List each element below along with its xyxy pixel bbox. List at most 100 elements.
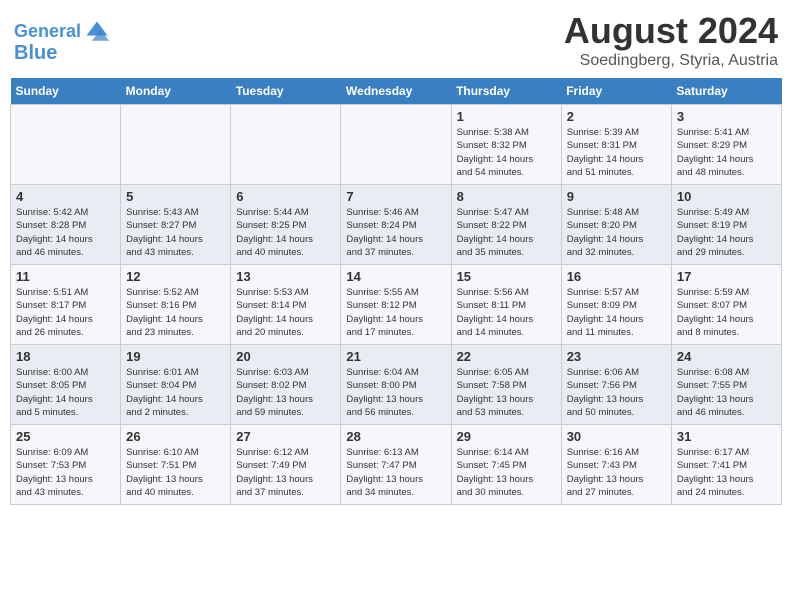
day-number: 14 [346, 269, 445, 284]
weekday-header-monday: Monday [121, 78, 231, 105]
day-number: 2 [567, 109, 666, 124]
calendar-day-cell: 17 Sunrise: 5:59 AMSunset: 8:07 PMDayligh… [671, 265, 781, 345]
day-info: Sunrise: 5:53 AMSunset: 8:14 PMDaylight:… [236, 286, 335, 339]
day-number: 23 [567, 349, 666, 364]
calendar-day-cell: 16 Sunrise: 5:57 AMSunset: 8:09 PMDayligh… [561, 265, 671, 345]
calendar-week-row: 4Sunrise: 5:42 AMSunset: 8:28 PMDaylight… [11, 185, 782, 265]
day-info: Sunrise: 5:59 AMSunset: 8:07 PMDaylight:… [677, 286, 776, 339]
day-info: Sunrise: 6:12 AMSunset: 7:49 PMDaylight:… [236, 446, 335, 499]
day-info: Sunrise: 6:14 AMSunset: 7:45 PMDaylight:… [457, 446, 556, 499]
day-info: Sunrise: 6:10 AMSunset: 7:51 PMDaylight:… [126, 446, 225, 499]
calendar-day-cell: 30 Sunrise: 6:16 AMSunset: 7:43 PMDayligh… [561, 425, 671, 505]
calendar-day-cell: 12 Sunrise: 5:52 AMSunset: 8:16 PMDayligh… [121, 265, 231, 345]
day-info: Sunrise: 5:55 AMSunset: 8:12 PMDaylight:… [346, 286, 445, 339]
calendar-day-cell: 14 Sunrise: 5:55 AMSunset: 8:12 PMDayligh… [341, 265, 451, 345]
calendar-day-cell: 13 Sunrise: 5:53 AMSunset: 8:14 PMDayligh… [231, 265, 341, 345]
day-info: Sunrise: 5:51 AMSunset: 8:17 PMDaylight:… [16, 286, 115, 339]
day-number: 19 [126, 349, 225, 364]
logo-icon [83, 18, 111, 46]
calendar-day-cell: 1 Sunrise: 5:38 AMSunset: 8:32 PMDaylight… [451, 105, 561, 185]
calendar-day-cell: 15Sunrise: 5:56 AMSunset: 8:11 PMDayligh… [451, 265, 561, 345]
day-info: Sunrise: 6:08 AMSunset: 7:55 PMDaylight:… [677, 366, 776, 419]
day-info: Sunrise: 6:17 AMSunset: 7:41 PMDaylight:… [677, 446, 776, 499]
location-subtitle: Soedingberg, Styria, Austria [564, 52, 778, 70]
calendar-week-row: 1 Sunrise: 5:38 AMSunset: 8:32 PMDaylight… [11, 105, 782, 185]
logo-text: General [14, 22, 81, 42]
day-number: 18 [16, 349, 115, 364]
day-number: 30 [567, 429, 666, 444]
day-number: 26 [126, 429, 225, 444]
calendar-day-cell: 24 Sunrise: 6:08 AMSunset: 7:55 PMDayligh… [671, 345, 781, 425]
day-info: Sunrise: 6:03 AMSunset: 8:02 PMDaylight:… [236, 366, 335, 419]
day-number: 27 [236, 429, 335, 444]
day-info: Sunrise: 6:16 AMSunset: 7:43 PMDaylight:… [567, 446, 666, 499]
day-info: Sunrise: 5:38 AMSunset: 8:32 PMDaylight:… [457, 126, 556, 179]
weekday-header-wednesday: Wednesday [341, 78, 451, 105]
day-number: 6 [236, 189, 335, 204]
day-number: 25 [16, 429, 115, 444]
day-number: 31 [677, 429, 776, 444]
weekday-header-row: SundayMondayTuesdayWednesdayThursdayFrid… [11, 78, 782, 105]
calendar-day-cell: 28 Sunrise: 6:13 AMSunset: 7:47 PMDayligh… [341, 425, 451, 505]
calendar-day-cell: 11 Sunrise: 5:51 AMSunset: 8:17 PMDayligh… [11, 265, 121, 345]
day-number: 28 [346, 429, 445, 444]
day-info: Sunrise: 5:49 AMSunset: 8:19 PMDaylight:… [677, 206, 776, 259]
calendar-day-cell [231, 105, 341, 185]
title-block: August 2024 Soedingberg, Styria, Austria [564, 10, 778, 70]
calendar-day-cell [11, 105, 121, 185]
day-info: Sunrise: 5:43 AMSunset: 8:27 PMDaylight:… [126, 206, 225, 259]
calendar-day-cell [121, 105, 231, 185]
day-number: 24 [677, 349, 776, 364]
day-number: 1 [457, 109, 556, 124]
day-info: Sunrise: 5:41 AMSunset: 8:29 PMDaylight:… [677, 126, 776, 179]
day-info: Sunrise: 5:42 AMSunset: 8:28 PMDaylight:… [16, 206, 115, 259]
day-info: Sunrise: 5:52 AMSunset: 8:16 PMDaylight:… [126, 286, 225, 339]
day-info: Sunrise: 6:01 AMSunset: 8:04 PMDaylight:… [126, 366, 225, 419]
calendar-day-cell: 6Sunrise: 5:44 AMSunset: 8:25 PMDaylight… [231, 185, 341, 265]
page-header: General Blue August 2024 Soedingberg, St… [10, 10, 782, 70]
day-number: 7 [346, 189, 445, 204]
calendar-table: SundayMondayTuesdayWednesdayThursdayFrid… [10, 78, 782, 505]
day-number: 13 [236, 269, 335, 284]
day-info: Sunrise: 6:13 AMSunset: 7:47 PMDaylight:… [346, 446, 445, 499]
calendar-day-cell: 7 Sunrise: 5:46 AMSunset: 8:24 PMDaylight… [341, 185, 451, 265]
day-number: 12 [126, 269, 225, 284]
calendar-day-cell: 9Sunrise: 5:48 AMSunset: 8:20 PMDaylight… [561, 185, 671, 265]
day-info: Sunrise: 6:09 AMSunset: 7:53 PMDaylight:… [16, 446, 115, 499]
calendar-day-cell: 23 Sunrise: 6:06 AMSunset: 7:56 PMDayligh… [561, 345, 671, 425]
calendar-week-row: 18Sunrise: 6:00 AMSunset: 8:05 PMDayligh… [11, 345, 782, 425]
day-number: 11 [16, 269, 115, 284]
day-info: Sunrise: 5:48 AMSunset: 8:20 PMDaylight:… [567, 206, 666, 259]
day-number: 22 [457, 349, 556, 364]
day-info: Sunrise: 6:06 AMSunset: 7:56 PMDaylight:… [567, 366, 666, 419]
calendar-day-cell: 26 Sunrise: 6:10 AMSunset: 7:51 PMDayligh… [121, 425, 231, 505]
day-info: Sunrise: 5:46 AMSunset: 8:24 PMDaylight:… [346, 206, 445, 259]
calendar-day-cell: 31 Sunrise: 6:17 AMSunset: 7:41 PMDayligh… [671, 425, 781, 505]
calendar-day-cell: 18Sunrise: 6:00 AMSunset: 8:05 PMDayligh… [11, 345, 121, 425]
weekday-header-saturday: Saturday [671, 78, 781, 105]
day-number: 16 [567, 269, 666, 284]
day-number: 8 [457, 189, 556, 204]
calendar-day-cell: 19 Sunrise: 6:01 AMSunset: 8:04 PMDayligh… [121, 345, 231, 425]
calendar-day-cell: 4Sunrise: 5:42 AMSunset: 8:28 PMDaylight… [11, 185, 121, 265]
month-year-title: August 2024 [564, 10, 778, 52]
calendar-day-cell: 2Sunrise: 5:39 AMSunset: 8:31 PMDaylight… [561, 105, 671, 185]
weekday-header-sunday: Sunday [11, 78, 121, 105]
day-number: 17 [677, 269, 776, 284]
weekday-header-tuesday: Tuesday [231, 78, 341, 105]
day-info: Sunrise: 5:57 AMSunset: 8:09 PMDaylight:… [567, 286, 666, 339]
day-number: 20 [236, 349, 335, 364]
calendar-day-cell: 25 Sunrise: 6:09 AMSunset: 7:53 PMDayligh… [11, 425, 121, 505]
calendar-week-row: 25 Sunrise: 6:09 AMSunset: 7:53 PMDayligh… [11, 425, 782, 505]
calendar-day-cell: 10 Sunrise: 5:49 AMSunset: 8:19 PMDayligh… [671, 185, 781, 265]
day-number: 10 [677, 189, 776, 204]
calendar-day-cell: 20 Sunrise: 6:03 AMSunset: 8:02 PMDayligh… [231, 345, 341, 425]
day-number: 5 [126, 189, 225, 204]
day-info: Sunrise: 6:04 AMSunset: 8:00 PMDaylight:… [346, 366, 445, 419]
calendar-day-cell: 21Sunrise: 6:04 AMSunset: 8:00 PMDayligh… [341, 345, 451, 425]
day-info: Sunrise: 5:56 AMSunset: 8:11 PMDaylight:… [457, 286, 556, 339]
day-info: Sunrise: 6:05 AMSunset: 7:58 PMDaylight:… [457, 366, 556, 419]
weekday-header-thursday: Thursday [451, 78, 561, 105]
logo: General Blue [14, 18, 111, 64]
logo-blue-text: Blue [14, 42, 57, 64]
